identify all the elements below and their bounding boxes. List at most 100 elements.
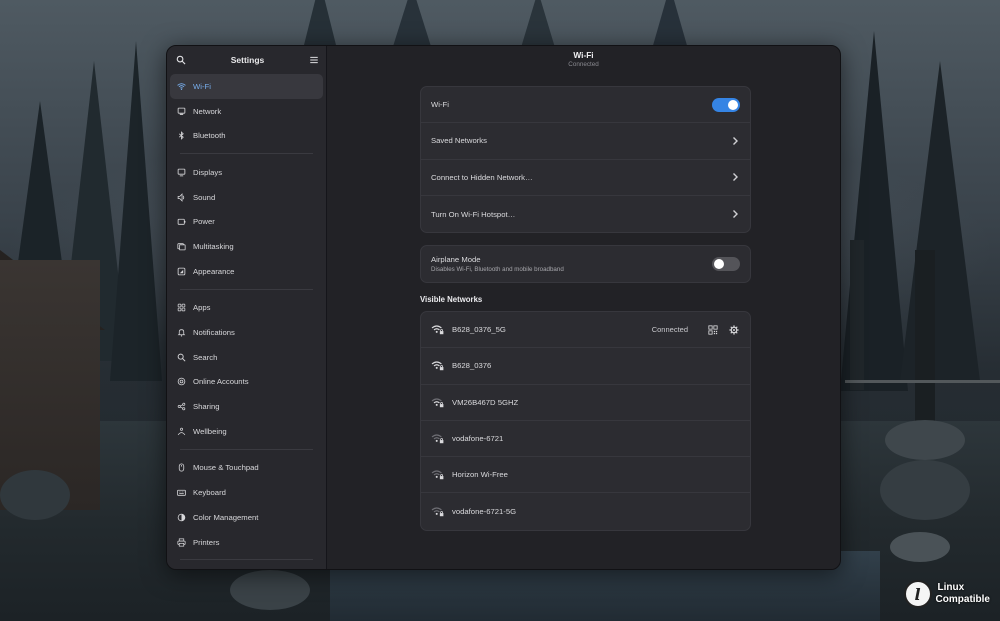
bell-icon: [176, 328, 186, 338]
page-subtitle: Connected: [568, 61, 599, 68]
airplane-mode-switch[interactable]: [712, 257, 740, 272]
wifi-toggle-switch[interactable]: [712, 97, 740, 112]
sidebar-item-label: Apps: [193, 303, 211, 313]
sidebar-item-wellbeing[interactable]: Wellbeing: [170, 419, 323, 444]
sidebar-title: Settings: [230, 54, 265, 65]
wifi-toggle-label: Wi-Fi: [431, 100, 449, 110]
network-ssid: B628_0376: [452, 361, 492, 371]
network-row[interactable]: vodafone-6721: [421, 421, 750, 458]
sidebar-item-keyboard[interactable]: Keyboard: [170, 480, 323, 505]
wifi-signal-secured-icon: [431, 397, 444, 408]
hotspot-label: Turn On Wi-Fi Hotspot…: [431, 209, 516, 219]
page-title: Wi-Fi: [573, 50, 594, 60]
chevron-right-icon: [733, 210, 738, 219]
share-icon: [176, 402, 186, 412]
network-row[interactable]: vodafone-6721-5G: [421, 493, 750, 529]
sidebar-item-sound[interactable]: Sound: [170, 185, 323, 210]
wifi-signal-secured-icon: [431, 324, 444, 335]
sidebar-item-label: Appearance: [193, 266, 235, 276]
visible-networks-list: B628_0376_5G Connected B628_0376 VM26B46…: [420, 311, 751, 531]
chevron-right-icon: [733, 173, 738, 182]
sidebar-item-displays[interactable]: Displays: [170, 160, 323, 185]
bluetooth-icon: [176, 131, 186, 141]
sidebar-header: Settings: [167, 46, 326, 73]
hamburger-menu-icon[interactable]: [308, 54, 320, 66]
watermark-line1: Linux: [937, 582, 965, 593]
search-icon[interactable]: [175, 54, 187, 66]
chevron-right-icon: [733, 136, 738, 145]
sidebar-item-sharing[interactable]: Sharing: [170, 394, 323, 419]
wifi-toggle-row[interactable]: Wi-Fi: [421, 87, 750, 124]
sidebar-item-appearance[interactable]: Appearance: [170, 259, 323, 284]
network-row[interactable]: B628_0376: [421, 348, 750, 385]
hidden-network-row[interactable]: Connect to Hidden Network…: [421, 160, 750, 196]
sidebar-item-notifications[interactable]: Notifications: [170, 320, 323, 345]
sidebar-separator: [180, 153, 313, 155]
sidebar-item-search[interactable]: Search: [170, 345, 323, 370]
wifi-signal-secured-icon: [431, 360, 444, 371]
sidebar-item-printers[interactable]: Printers: [170, 530, 323, 555]
gear-icon[interactable]: [728, 324, 740, 336]
sidebar-item-label: Online Accounts: [193, 377, 249, 387]
network-row[interactable]: B628_0376_5G Connected: [421, 312, 750, 349]
wifi-signal-secured-icon: [431, 469, 444, 480]
apps-grid-icon: [176, 303, 186, 313]
search-icon: [176, 352, 186, 362]
sidebar-item-online-accounts[interactable]: Online Accounts: [170, 370, 323, 395]
airplane-mode-row[interactable]: Airplane Mode Disables Wi-Fi, Bluetooth …: [421, 246, 750, 282]
hidden-network-label: Connect to Hidden Network…: [431, 172, 533, 182]
network-icon: [176, 106, 186, 116]
sidebar-item-label: Search: [193, 352, 218, 362]
printer-icon: [176, 537, 186, 547]
wellbeing-icon: [176, 426, 186, 436]
wifi-settings-group: Wi-Fi Saved Networks Connect to Hidden N…: [420, 86, 751, 234]
color-icon: [176, 512, 186, 522]
airplane-mode-group: Airplane Mode Disables Wi-Fi, Bluetooth …: [420, 245, 751, 284]
network-ssid: Horizon Wi-Free: [452, 470, 508, 480]
connected-status: Connected: [651, 325, 688, 335]
sidebar-item-label: Multitasking: [193, 241, 234, 251]
network-ssid: vodafone-6721-5G: [452, 507, 517, 517]
at-sign-icon: [176, 377, 186, 387]
sidebar-nav: Wi-Fi Network Bluetooth Displays Sound P…: [167, 73, 326, 561]
network-row[interactable]: Horizon Wi-Free: [421, 457, 750, 494]
sidebar-item-color-management[interactable]: Color Management: [170, 505, 323, 530]
sidebar-separator: [180, 288, 313, 290]
wifi-signal-secured-icon: [431, 506, 444, 517]
sidebar-item-label: Wellbeing: [193, 426, 227, 436]
content-header: Wi-Fi Connected: [327, 46, 840, 73]
linux-compatible-logo-icon: l: [903, 580, 932, 608]
sidebar-item-label: Color Management: [193, 512, 259, 522]
sidebar-item-network[interactable]: Network: [170, 99, 323, 124]
sidebar-item-bluetooth[interactable]: Bluetooth: [170, 123, 323, 148]
sidebar-item-label: Power: [193, 217, 215, 227]
sidebar-item-label: Wi-Fi: [193, 81, 211, 91]
saved-networks-label: Saved Networks: [431, 136, 487, 146]
sidebar-item-label: Network: [193, 106, 222, 116]
keyboard-icon: [176, 488, 186, 498]
sidebar-item-label: Displays: [193, 167, 223, 177]
visible-networks-heading: Visible Networks: [420, 295, 483, 304]
wifi-signal-secured-icon: [431, 433, 444, 444]
sidebar-item-mouse-touchpad[interactable]: Mouse & Touchpad: [170, 456, 323, 481]
airplane-mode-description: Disables Wi-Fi, Bluetooth and mobile bro…: [431, 266, 564, 274]
network-ssid: VM26B467D 5GHZ: [452, 397, 519, 407]
saved-networks-row[interactable]: Saved Networks: [421, 123, 750, 160]
watermark-line2: Compatible: [935, 594, 990, 605]
sidebar-separator: [180, 448, 313, 450]
sidebar-item-wifi[interactable]: Wi-Fi: [170, 74, 323, 99]
network-row[interactable]: VM26B467D 5GHZ: [421, 385, 750, 421]
watermark: l Linux Compatible: [903, 580, 990, 608]
sidebar-item-label: Printers: [193, 537, 220, 547]
qr-code-icon[interactable]: [707, 324, 719, 336]
power-icon: [176, 217, 186, 227]
settings-window: Settings Wi-Fi Network Bluetooth Display…: [166, 45, 841, 570]
sidebar-item-power[interactable]: Power: [170, 209, 323, 234]
network-ssid: vodafone-6721: [452, 434, 504, 444]
multitasking-icon: [176, 241, 186, 251]
sidebar-item-apps[interactable]: Apps: [170, 296, 323, 321]
hotspot-row[interactable]: Turn On Wi-Fi Hotspot…: [421, 196, 750, 232]
sidebar-item-multitasking[interactable]: Multitasking: [170, 234, 323, 259]
airplane-mode-label: Airplane Mode: [431, 255, 481, 265]
sidebar-item-label: Bluetooth: [193, 131, 226, 141]
